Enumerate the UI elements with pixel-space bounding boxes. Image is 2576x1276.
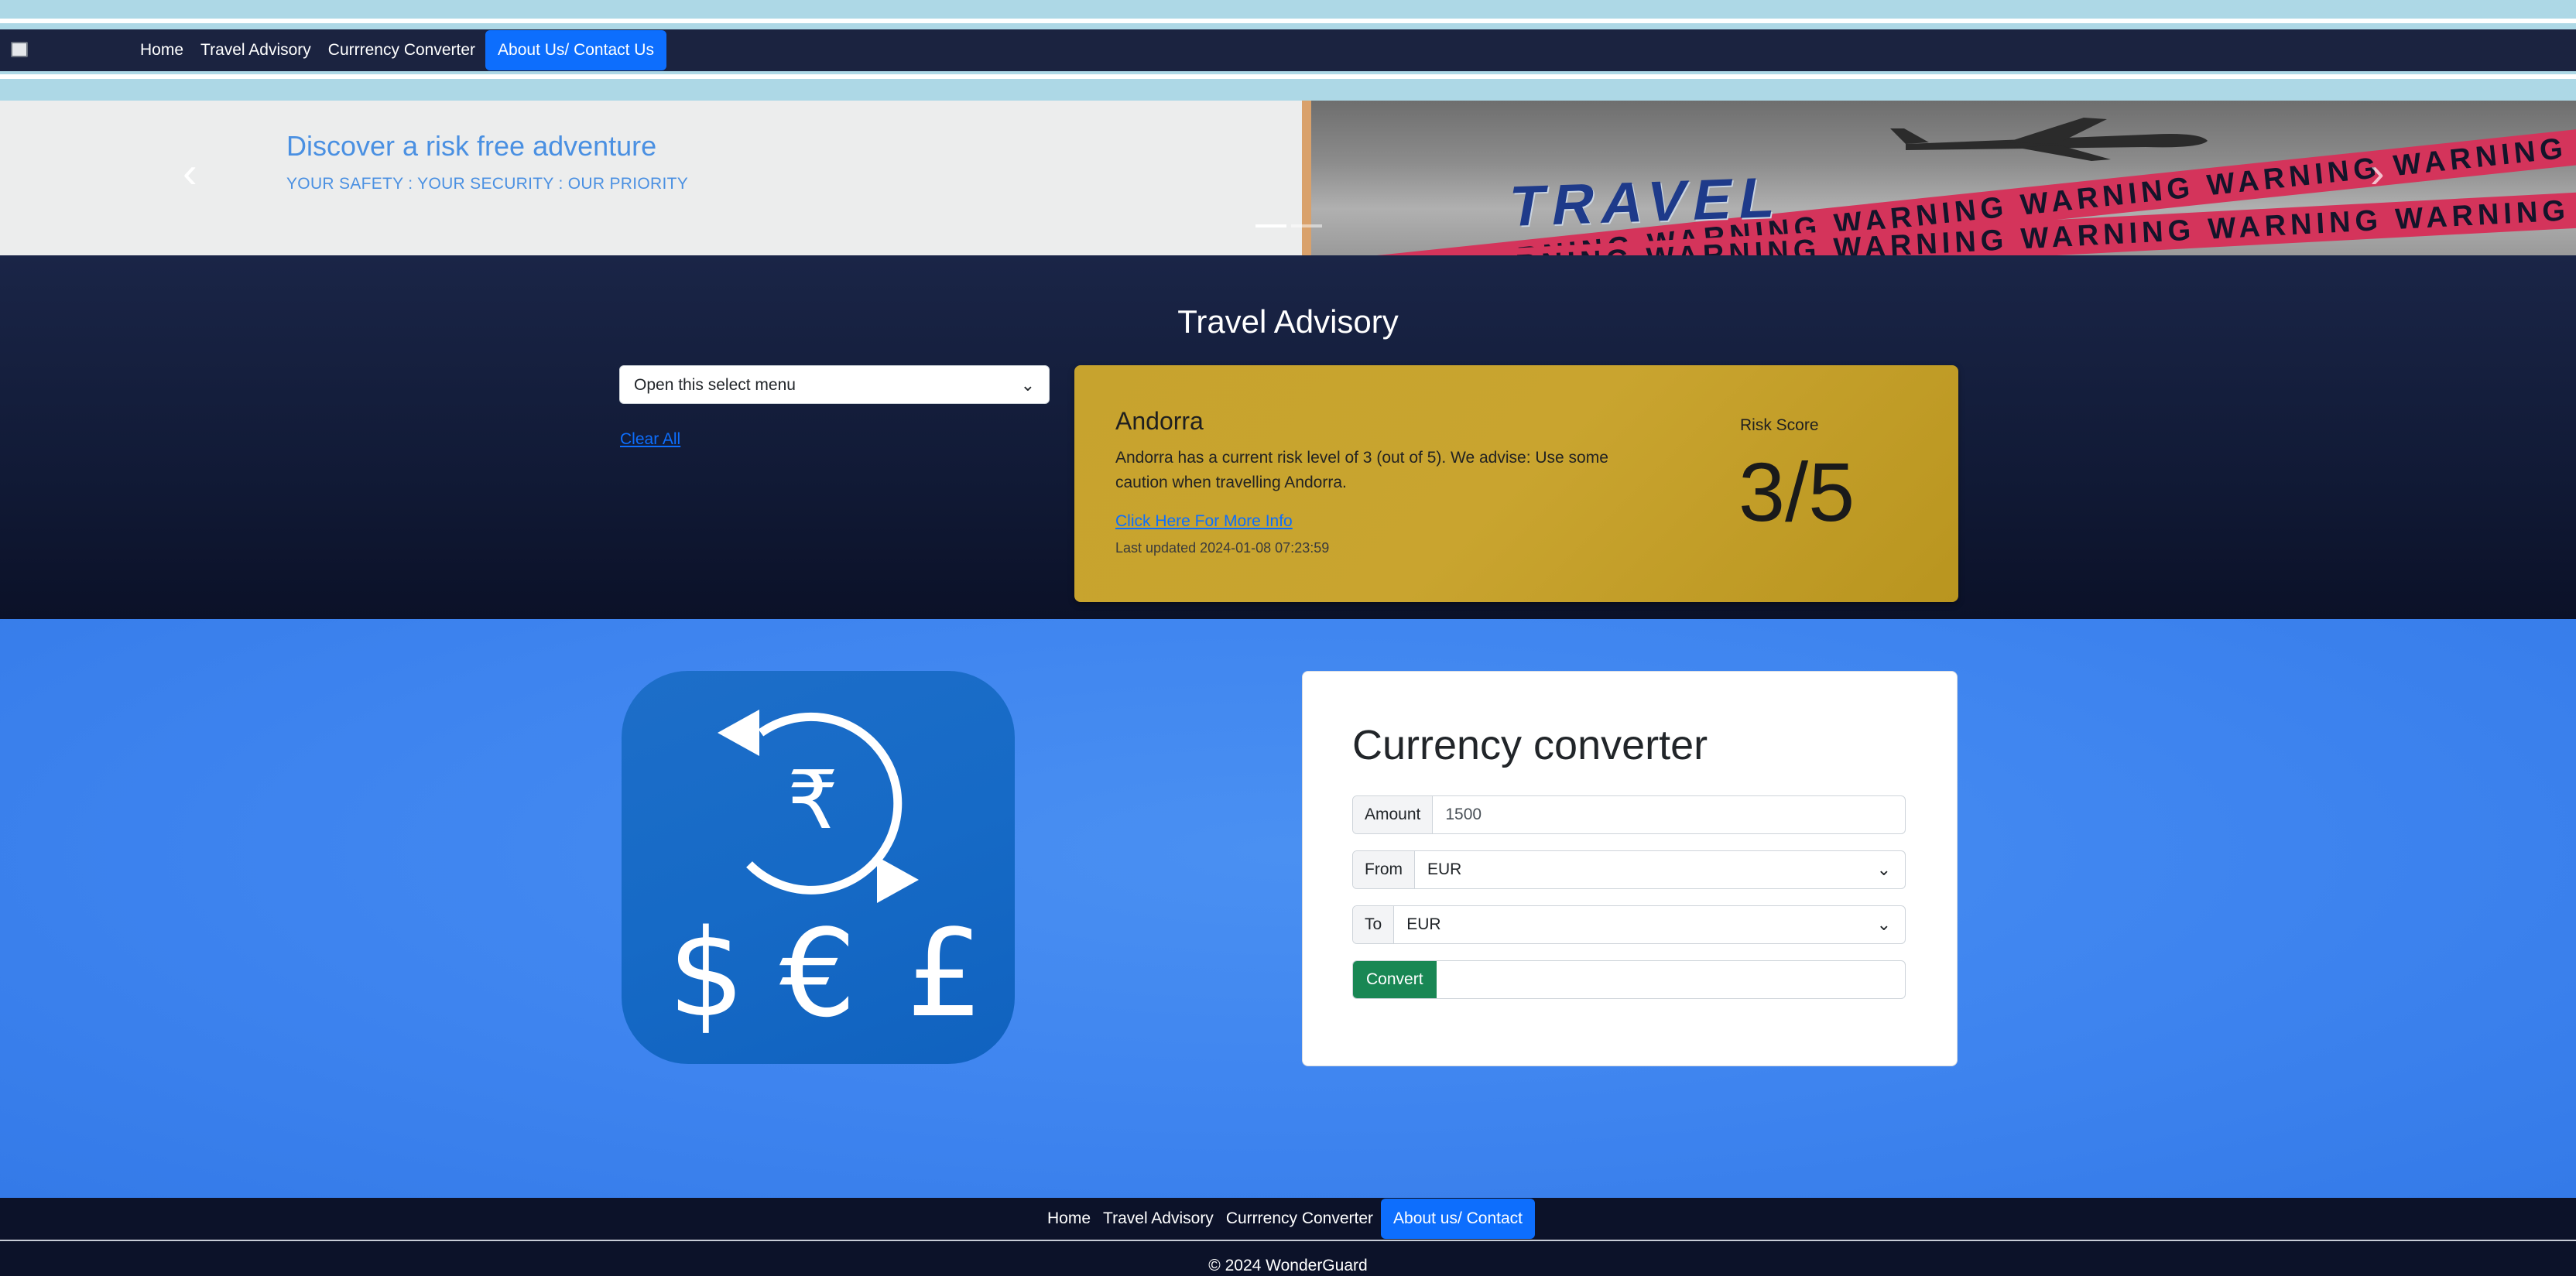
amount-input[interactable]: 1500	[1433, 796, 1905, 833]
strip-line	[0, 19, 2576, 23]
hero-title: Discover a risk free adventure	[286, 130, 657, 162]
advisory-card: Andorra Andorra has a current risk level…	[1074, 365, 1958, 602]
nav-about-contact[interactable]: About Us/ Contact Us	[485, 30, 666, 70]
risk-score-value: 3/5	[1738, 445, 1855, 539]
to-label: To	[1353, 906, 1395, 943]
converter-title: Currency converter	[1352, 722, 1708, 768]
hero-image-word: TRAVEL	[1504, 164, 1790, 239]
footer-divider	[0, 1240, 2576, 1241]
strip-line	[0, 74, 2576, 79]
footer-links: Home Travel Advisory Currrency Converter…	[0, 1198, 2576, 1240]
conversion-result	[1437, 961, 1905, 998]
currency-converter-section: ₹ $ € £ Currency converter Amount 1500 F…	[0, 619, 2576, 1198]
nav-currency-converter[interactable]: Currrency Converter	[320, 29, 484, 71]
nav-links: Home Travel Advisory Currrency Converter…	[132, 29, 666, 71]
section-title: Travel Advisory	[1177, 303, 1399, 340]
hero-travel-warning-image: WARNING WARNING WARNING WARNING WARNING …	[1302, 101, 2576, 255]
chevron-down-icon: ⌄	[1876, 915, 1891, 934]
nav-travel-advisory[interactable]: Travel Advisory	[192, 29, 320, 71]
currency-exchange-icon: ₹ $ € £	[622, 671, 1015, 1064]
to-field: To EUR ⌄	[1352, 905, 1906, 944]
amount-field: Amount 1500	[1352, 795, 1906, 834]
risk-score-label: Risk Score	[1740, 416, 1819, 434]
convert-row: Convert	[1352, 960, 1906, 999]
broken-logo-image-icon[interactable]	[11, 42, 28, 57]
country-select[interactable]: Open this select menu ⌄	[619, 365, 1050, 404]
nav-home[interactable]: Home	[132, 29, 192, 71]
chevron-down-icon: ⌄	[1876, 860, 1891, 879]
to-currency-value: EUR	[1406, 915, 1441, 933]
advisory-country: Andorra	[1115, 407, 1204, 435]
advisory-message: Andorra has a current risk level of 3 (o…	[1115, 449, 1608, 491]
carousel-prev-icon[interactable]: ‹	[183, 147, 197, 197]
advisory-updated: Last updated 2024-01-08 07:23:59	[1115, 540, 1330, 556]
hero-carousel: Discover a risk free adventure YOUR SAFE…	[0, 101, 2576, 255]
footer-currency-converter[interactable]: Currrency Converter	[1220, 1198, 1379, 1240]
airplane-icon	[1890, 118, 2208, 161]
amount-label: Amount	[1353, 796, 1434, 833]
carousel-next-icon[interactable]: ›	[2370, 147, 2385, 197]
top-navbar: Home Travel Advisory Currrency Converter…	[0, 29, 2576, 71]
rupee-icon: ₹	[787, 753, 839, 847]
country-select-value: Open this select menu	[634, 376, 796, 394]
footer-about-contact[interactable]: About us/ Contact	[1381, 1199, 1535, 1239]
converter-card: Currency converter Amount 1500 From EUR …	[1302, 671, 1958, 1066]
footer: Home Travel Advisory Currrency Converter…	[0, 1198, 2576, 1276]
dollar-icon: $	[668, 903, 745, 1044]
pound-icon: £	[906, 903, 984, 1044]
footer-home[interactable]: Home	[1041, 1198, 1097, 1240]
more-info-link[interactable]: Click Here For More Info	[1115, 512, 1293, 531]
copyright: © 2024 WonderGuard	[1208, 1257, 1368, 1274]
from-currency-value: EUR	[1427, 860, 1462, 878]
from-field: From EUR ⌄	[1352, 850, 1906, 889]
clear-all-link[interactable]: Clear All	[620, 430, 680, 449]
from-currency-select[interactable]: EUR ⌄	[1415, 851, 1905, 888]
carousel-indicator[interactable]	[1291, 224, 1322, 227]
carousel-indicator[interactable]	[1255, 224, 1286, 227]
image-frame-edge	[1302, 101, 1311, 255]
from-label: From	[1353, 851, 1415, 888]
euro-icon: €	[779, 903, 857, 1044]
travel-advisory-section: Travel Advisory Open this select menu ⌄ …	[0, 255, 2576, 619]
convert-button[interactable]: Convert	[1353, 961, 1437, 998]
to-currency-select[interactable]: EUR ⌄	[1394, 906, 1905, 943]
footer-travel-advisory[interactable]: Travel Advisory	[1097, 1198, 1220, 1240]
hero-subtitle: YOUR SAFETY : YOUR SECURITY : OUR PRIORI…	[286, 175, 689, 193]
chevron-down-icon: ⌄	[1020, 375, 1035, 395]
